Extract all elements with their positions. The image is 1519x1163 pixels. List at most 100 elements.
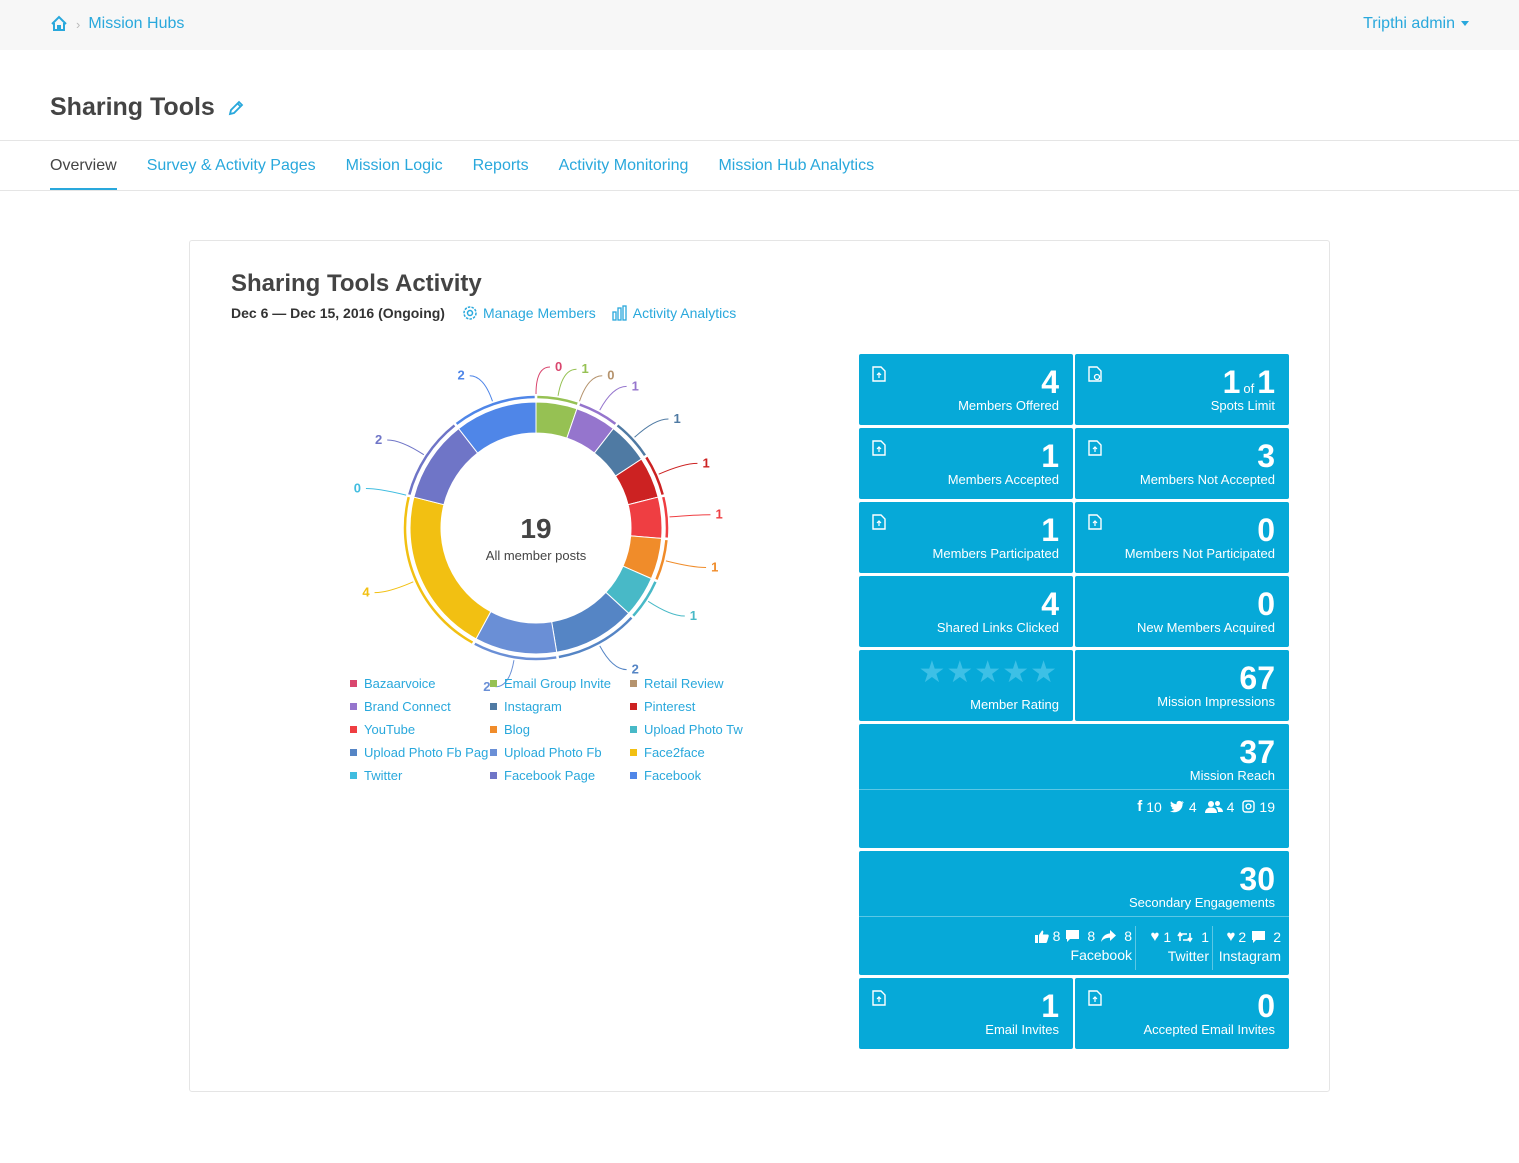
members-not-participated-value: 0 <box>1257 512 1275 548</box>
legend-item[interactable]: Facebook <box>630 768 701 783</box>
chart-slice[interactable] <box>475 610 558 655</box>
legend-label: Upload Photo Fb Pag <box>364 745 489 760</box>
chart-leader-line <box>579 375 603 402</box>
secondary-engagements-label: Secondary Engagements <box>1129 895 1275 910</box>
legend-label: Twitter <box>364 768 403 783</box>
retweet-icon <box>1177 931 1193 942</box>
activity-analytics-label: Activity Analytics <box>632 305 737 321</box>
legend-label: Pinterest <box>644 699 696 714</box>
chart-leader-line <box>387 439 425 456</box>
accepted-email-invites-label: Accepted Email Invites <box>1143 1022 1275 1037</box>
legend-label: Face2face <box>644 745 705 760</box>
email-invites-label: Email Invites <box>985 1022 1059 1037</box>
star-icon: ★ <box>1002 656 1030 689</box>
user-menu[interactable]: Tripthi admin <box>1363 15 1469 33</box>
legend-item[interactable]: Brand Connect <box>350 699 451 714</box>
chart-data-label: 1 <box>581 361 588 376</box>
tile-accepted-email-invites[interactable]: 0 Accepted Email Invites <box>1075 978 1289 1049</box>
tab-mission-hub-analytics[interactable]: Mission Hub Analytics <box>718 141 874 190</box>
tw-retweets: 1 <box>1201 928 1209 945</box>
members-not-accepted-label: Members Not Accepted <box>1139 472 1275 487</box>
secondary-engagements-value: 30 <box>1239 861 1275 897</box>
legend-item[interactable]: Blog <box>490 722 530 737</box>
tab-mission-logic[interactable]: Mission Logic <box>346 141 443 190</box>
tile-mission-reach[interactable]: 37 Mission Reach f 10 4 4 19 <box>859 724 1289 848</box>
tile-member-rating[interactable]: ★ ★ ★ ★ ★ Member Rating <box>859 650 1073 721</box>
email-invites-value: 1 <box>1041 988 1059 1024</box>
legend-item[interactable]: Facebook Page <box>490 768 595 783</box>
thumbs-up-icon <box>1034 930 1049 943</box>
chart-data-label: 1 <box>711 560 718 575</box>
tile-mission-impressions[interactable]: 67 Mission Impressions <box>1075 650 1289 721</box>
engagement-instagram: ♥ 2 2 Instagram <box>1214 928 1281 964</box>
pencil-icon[interactable] <box>227 99 245 117</box>
legend-item[interactable]: Upload Photo Fb Pag <box>350 745 488 760</box>
legend-item[interactable]: Email Group Invite <box>490 676 611 691</box>
tab-overview[interactable]: Overview <box>50 141 117 190</box>
tab-bar: Overview Survey & Activity Pages Mission… <box>50 141 904 190</box>
tile-members-participated[interactable]: 1 Members Participated <box>859 502 1073 573</box>
divider <box>859 916 1289 917</box>
reach-face2face: 4 <box>1226 798 1235 815</box>
tile-members-not-accepted[interactable]: 3 Members Not Accepted <box>1075 428 1289 499</box>
engagement-instagram-name: Instagram <box>1218 948 1281 964</box>
tile-email-invites[interactable]: 1 Email Invites <box>859 978 1073 1049</box>
tile-new-members-acquired[interactable]: 0 New Members Acquired <box>1075 576 1289 647</box>
chart-data-label: 1 <box>690 608 697 623</box>
page-title: Sharing Tools <box>50 93 245 122</box>
chart-data-label: 2 <box>632 662 639 677</box>
activity-analytics-link[interactable]: Activity Analytics <box>611 304 736 322</box>
legend-swatch <box>490 703 497 710</box>
heart-icon: ♥ <box>1150 928 1160 945</box>
tile-members-offered[interactable]: 4 Members Offered <box>859 354 1073 425</box>
legend-item[interactable]: Face2face <box>630 745 705 760</box>
gear-icon <box>463 306 477 320</box>
home-icon[interactable] <box>50 15 68 33</box>
chart-leader-line <box>658 462 698 475</box>
legend-item[interactable]: Retail Review <box>630 676 723 691</box>
manage-members-link[interactable]: Manage Members <box>461 304 596 322</box>
breadcrumb-mission-hubs[interactable]: Mission Hubs <box>88 15 184 33</box>
legend-item[interactable]: Instagram <box>490 699 562 714</box>
star-icon: ★ <box>918 656 946 689</box>
instagram-icon <box>1242 800 1256 813</box>
legend-item[interactable]: YouTube <box>350 722 415 737</box>
reach-facebook: 10 <box>1146 798 1162 815</box>
activity-subline: Dec 6 — Dec 15, 2016 (Ongoing) Manage Me… <box>231 304 751 322</box>
chart-data-label: 2 <box>457 368 464 383</box>
chart-slice[interactable] <box>409 496 492 640</box>
legend-item[interactable]: Bazaarvoice <box>350 676 436 691</box>
tile-shared-links-clicked[interactable]: 4 Shared Links Clicked <box>859 576 1073 647</box>
tile-spots-limit[interactable]: 1 of1 Spots Limit <box>1075 354 1289 425</box>
members-offered-label: Members Offered <box>958 398 1059 413</box>
manage-members-label: Manage Members <box>482 305 596 321</box>
facebook-icon: f <box>1137 798 1143 815</box>
tile-members-accepted[interactable]: 1 Members Accepted <box>859 428 1073 499</box>
tab-activity-monitoring[interactable]: Activity Monitoring <box>559 141 689 190</box>
legend-swatch <box>630 726 637 733</box>
legend-item[interactable]: Upload Photo Tw <box>630 722 743 737</box>
tile-secondary-engagements[interactable]: 30 Secondary Engagements 8 8 8 Facebook … <box>859 851 1289 975</box>
tile-members-not-participated[interactable]: 0 Members Not Participated <box>1075 502 1289 573</box>
file-upload-icon <box>1088 440 1102 456</box>
file-upload-icon <box>1088 514 1102 530</box>
star-rating: ★ ★ ★ ★ ★ <box>917 658 1057 688</box>
members-participated-label: Members Participated <box>932 546 1059 561</box>
file-upload-icon <box>1088 990 1102 1006</box>
legend-item[interactable]: Upload Photo Fb <box>490 745 602 760</box>
legend-label: YouTube <box>364 722 416 737</box>
legend-label: Blog <box>504 722 531 737</box>
tab-reports[interactable]: Reports <box>473 141 529 190</box>
chevron-right-icon: › <box>76 16 81 32</box>
engagement-facebook: 8 8 8 Facebook <box>1027 928 1132 963</box>
legend-item[interactable]: Twitter <box>350 768 402 783</box>
legend-swatch <box>350 772 357 779</box>
chart-leader-line <box>599 385 627 411</box>
legend-item[interactable]: Pinterest <box>630 699 695 714</box>
chart-slice-ring <box>662 496 669 538</box>
chart-data-label: 4 <box>362 585 370 600</box>
legend-label: Upload Photo Tw <box>644 722 743 737</box>
chart-slice[interactable] <box>627 496 663 539</box>
tab-survey-activity-pages[interactable]: Survey & Activity Pages <box>147 141 316 190</box>
file-gear-icon <box>1088 366 1102 382</box>
